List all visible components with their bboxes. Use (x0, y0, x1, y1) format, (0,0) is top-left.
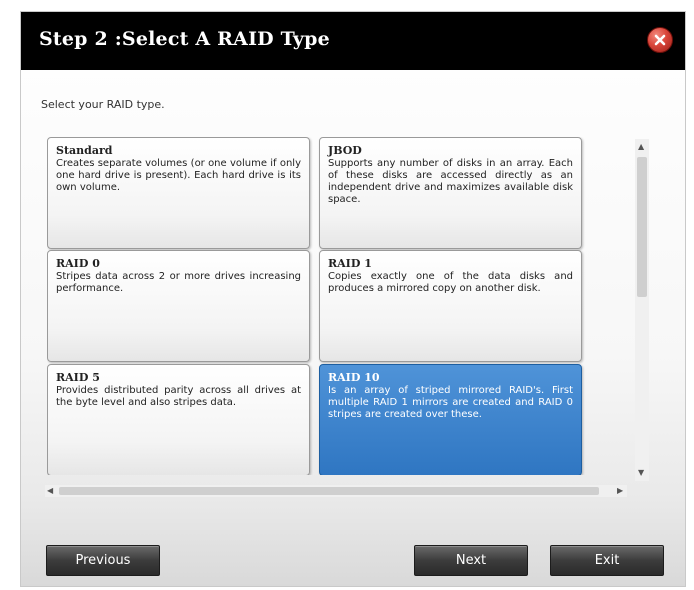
next-button[interactable]: Next (414, 545, 528, 576)
raid-option-title: JBOD (328, 144, 362, 157)
raid-options-panel: Standard Creates separate volumes (or on… (47, 137, 627, 475)
raid-option-description: Copies exactly one of the data disks and… (328, 271, 573, 294)
raid-option-raid5[interactable]: RAID 5 Provides distributed parity acros… (47, 364, 310, 475)
scroll-up-arrow-icon[interactable]: ▲ (638, 143, 644, 151)
raid-option-title: RAID 0 (56, 257, 100, 270)
select-raid-prompt: Select your RAID type. (41, 98, 165, 111)
raid-option-raid10[interactable]: RAID 10 Is an array of striped mirrored … (319, 364, 582, 475)
scroll-left-arrow-icon[interactable]: ◀ (47, 487, 53, 495)
raid-option-title: RAID 5 (56, 371, 100, 384)
scroll-down-arrow-icon[interactable]: ▼ (638, 469, 644, 477)
raid-option-raid0[interactable]: RAID 0 Stripes data across 2 or more dri… (47, 250, 310, 362)
raid-option-title: RAID 1 (328, 257, 372, 270)
horizontal-scrollbar[interactable]: ◀ ▶ (45, 485, 627, 497)
previous-button[interactable]: Previous (46, 545, 160, 576)
raid-option-raid1[interactable]: RAID 1 Copies exactly one of the data di… (319, 250, 582, 362)
raid-option-description: Provides distributed parity across all d… (56, 385, 301, 408)
raid-option-jbod[interactable]: JBOD Supports any number of disks in an … (319, 137, 582, 249)
raid-option-description: Supports any number of disks in an array… (328, 158, 573, 205)
raid-wizard-dialog: Step 2 :Select A RAID Type Select your R… (20, 11, 686, 587)
exit-button[interactable]: Exit (550, 545, 664, 576)
vertical-scrollbar[interactable]: ▲ ▼ (635, 139, 649, 481)
close-button[interactable] (647, 27, 673, 53)
raid-option-description: Creates separate volumes (or one volume … (56, 158, 301, 193)
raid-option-description: Is an array of striped mirrored RAID's. … (328, 385, 573, 420)
raid-option-title: Standard (56, 144, 113, 157)
dialog-title-bar: Step 2 :Select A RAID Type (21, 12, 685, 70)
horizontal-scroll-thumb[interactable] (59, 487, 599, 495)
dialog-title: Step 2 :Select A RAID Type (39, 28, 330, 50)
vertical-scroll-thumb[interactable] (637, 157, 647, 297)
raid-option-title: RAID 10 (328, 371, 380, 384)
close-icon (654, 34, 666, 46)
raid-option-description: Stripes data across 2 or more drives inc… (56, 271, 301, 294)
raid-option-standard[interactable]: Standard Creates separate volumes (or on… (47, 137, 310, 249)
scroll-right-arrow-icon[interactable]: ▶ (617, 487, 623, 495)
